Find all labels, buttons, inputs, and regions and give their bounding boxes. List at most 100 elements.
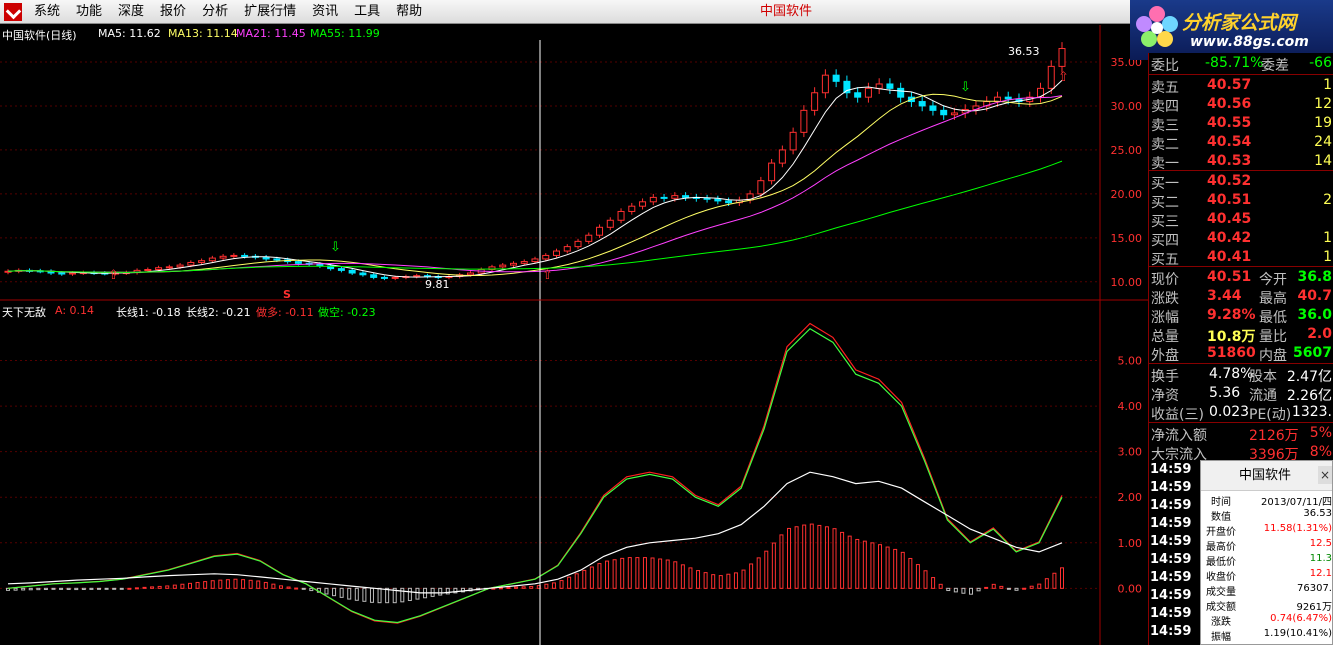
upper-chart-grid	[0, 61, 1100, 283]
candle-body	[531, 258, 539, 263]
popup-row: 收盘价 12.1	[1201, 568, 1333, 583]
candle-body	[553, 250, 561, 256]
candle-body	[649, 196, 657, 203]
quote-label: 涨幅	[1151, 310, 1179, 326]
candle-body	[563, 246, 571, 252]
candle-body	[811, 92, 819, 111]
app-window: 系统 功能 深度 报价 分析 扩展行情 资讯 工具 帮助 中国软件 ⇩ ⇩ ⇧ ⇧ ⇧ …	[0, 0, 1333, 645]
tick-time: 14:59	[1150, 552, 1192, 567]
histogram-bar	[953, 587, 958, 593]
upper-candles	[4, 42, 1066, 281]
bid-label: 买四	[1151, 233, 1179, 249]
ask-price: 40.57	[1207, 77, 1252, 93]
menu-depth[interactable]: 深度	[110, 0, 152, 24]
candle-body	[574, 240, 582, 248]
candle-body	[703, 197, 711, 200]
tick-time: 14:59	[1150, 570, 1192, 585]
popup-row-value: 9261万	[1296, 602, 1332, 613]
indicator-l2: 长线2: -0.21	[186, 306, 251, 319]
buy-arrow-icon: ⇩	[960, 80, 971, 95]
candle-body	[628, 205, 636, 212]
finance-value: 5.36	[1209, 385, 1241, 401]
histogram-bar	[13, 587, 18, 591]
candle-body	[864, 87, 872, 98]
panel-separator	[1149, 266, 1333, 267]
histogram-bar	[802, 524, 807, 589]
histogram-bar	[923, 570, 928, 589]
histogram-bar	[324, 587, 329, 595]
candle-body	[671, 195, 679, 199]
histogram-bar	[696, 570, 701, 589]
candle-body	[294, 261, 302, 264]
menu-tools[interactable]: 工具	[346, 0, 388, 24]
histogram-bar	[332, 587, 337, 597]
quote-label: 外盘	[1151, 348, 1179, 364]
panel-separator	[1149, 74, 1333, 75]
popup-title[interactable]: 中国软件 ×	[1201, 461, 1332, 491]
finance-label: PE(动)	[1249, 407, 1292, 423]
popup-row-value: 2013/07/11/四	[1260, 497, 1332, 508]
info-popup[interactable]: 中国软件 × 时间 2013/07/11/四 数值 36.53 开盘价 11.58(1.3…	[1200, 460, 1333, 645]
menu-extended-market[interactable]: 扩展行情	[236, 0, 304, 24]
histogram-bar	[567, 576, 572, 589]
ma21-line	[7, 95, 1063, 273]
histogram-bar	[210, 580, 215, 589]
candle-body	[596, 226, 604, 236]
menu-function[interactable]: 功能	[68, 0, 110, 24]
histogram-bar	[999, 585, 1004, 589]
ask-label: 卖四	[1151, 99, 1179, 115]
wb-label: 委比	[1151, 58, 1179, 74]
quote-value: 36.8	[1297, 269, 1332, 285]
histogram-bar	[688, 567, 693, 589]
histogram-bar	[976, 587, 981, 592]
menu-help[interactable]: 帮助	[388, 0, 430, 24]
quote-value: 9.28%	[1207, 307, 1256, 323]
chart-area[interactable]: ⇩⇩⇧⇧⇧ 35.0030.0025.0020.0015.0010.00 5.0…	[0, 25, 1148, 645]
tick-time: 14:59	[1150, 588, 1192, 603]
candle-body	[509, 262, 517, 266]
tick-time: 14:59	[1150, 624, 1192, 639]
histogram-bar	[680, 564, 685, 589]
menu-system[interactable]: 系统	[26, 0, 68, 24]
candle-body	[606, 219, 614, 228]
histogram-bar	[809, 523, 814, 589]
bid-volume: 1	[1323, 249, 1332, 265]
upper-title: 中国软件(日线)	[2, 29, 77, 42]
candle-body	[768, 162, 776, 182]
ma13-label: MA13: 11.14	[168, 27, 238, 40]
popup-row-label: 开盘价	[1206, 527, 1236, 538]
histogram-bar	[1029, 585, 1034, 589]
candle-body	[391, 276, 399, 279]
menu-quote[interactable]: 报价	[152, 0, 194, 24]
popup-close-icon[interactable]: ×	[1318, 466, 1332, 484]
histogram-bar	[400, 587, 405, 603]
candle-body	[69, 272, 77, 275]
histogram-bar	[150, 586, 155, 589]
sell-arrow-icon: ⇧	[108, 268, 119, 283]
low-price-label: 9.81	[425, 278, 450, 291]
histogram-bar	[301, 587, 306, 590]
quote-label: 量比	[1259, 329, 1287, 345]
ask-volume: 19	[1314, 115, 1332, 131]
histogram-bar	[771, 542, 776, 589]
quote-row: 现价 40.51 今开 36.8	[1149, 268, 1333, 288]
finance-label: 股本	[1249, 369, 1277, 385]
ask-row: 卖五 40.57 1	[1149, 76, 1333, 96]
candle-body	[639, 201, 647, 207]
histogram-bar	[21, 587, 26, 591]
histogram-bar	[749, 563, 754, 589]
candle-body	[499, 264, 507, 268]
quote-value: 40.51	[1207, 269, 1252, 285]
menu-analysis[interactable]: 分析	[194, 0, 236, 24]
histogram-bar	[589, 566, 594, 589]
histogram-bar	[81, 587, 86, 590]
histogram-bar	[506, 586, 511, 589]
menu-news[interactable]: 资讯	[304, 0, 346, 24]
finance-label: 收益(三)	[1151, 407, 1204, 423]
candle-body	[875, 83, 883, 89]
histogram-bar	[225, 579, 230, 589]
quote-value: 5607	[1293, 345, 1332, 361]
quote-value: 36.0	[1297, 307, 1332, 323]
quote-value: 40.7	[1297, 288, 1332, 304]
popup-row-label: 时间	[1211, 497, 1231, 508]
